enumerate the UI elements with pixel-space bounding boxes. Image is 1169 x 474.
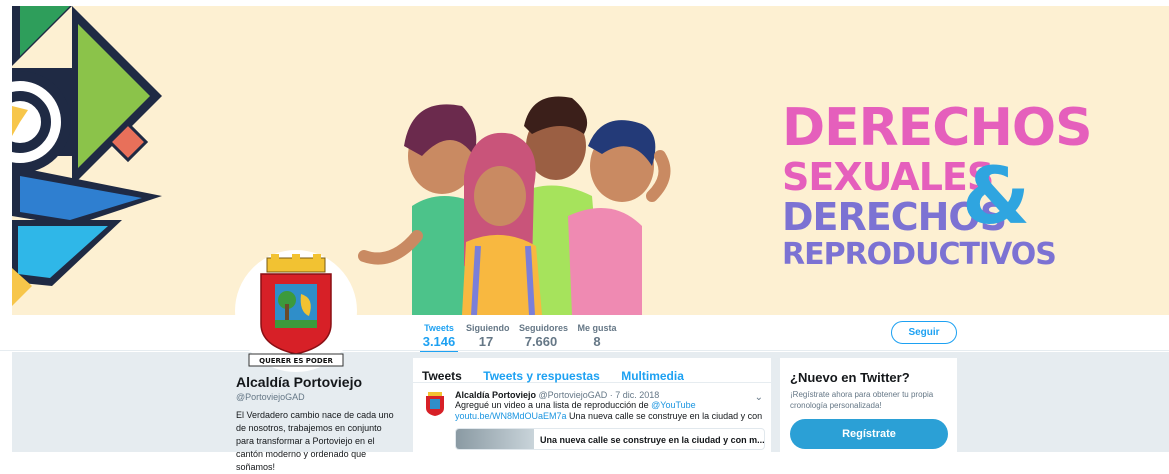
svg-text:QUERER ES PODER: QUERER ES PODER [259,357,333,365]
stat-label: Siguiendo [466,323,510,333]
profile-avatar[interactable]: QUERER ES PODER [235,250,357,372]
stat-value: 17 [478,334,494,349]
card-title: Una nueva calle se construye en la ciuda… [540,435,765,445]
signup-module: ¿Nuevo en Twitter? ¡Regístrate ahora par… [780,358,957,452]
stat-value: 3.146 [422,334,456,349]
stat-value: 8 [593,334,601,349]
coat-of-arms-icon: QUERER ES PODER [248,254,344,367]
profile-banner: DERECHOS SEXUALES DERECHOS REPRODUCTIVOS… [12,6,1169,315]
slogan-line-2: SEXUALES [782,155,994,199]
stat-label: Me gusta [577,323,617,333]
tab-tweets-replies[interactable]: Tweets y respuestas [483,369,600,383]
banner-slogan: DERECHOS SEXUALES DERECHOS REPRODUCTIVOS… [782,98,1093,272]
slogan-line-1: DERECHOS [782,98,1093,158]
slogan-ampersand: & [962,152,1030,242]
card-thumbnail [456,429,534,449]
stat-label: Seguidores [519,323,569,333]
tweet-date[interactable]: · 7 dic. 2018 [610,390,660,400]
signup-title: ¿Nuevo en Twitter? [790,370,910,385]
chevron-down-icon[interactable]: ⌄ [755,392,763,403]
signup-text: ¡Regístrate ahora para obtener tu propia… [790,390,934,410]
profile-name[interactable]: Alcaldía Portoviejo [236,374,401,390]
tweet-text: Agregué un video a una lista de reproduc… [455,400,771,422]
tweet-text-prefix: Agregué un video a una lista de reproduc… [455,400,652,410]
stat-tweets[interactable]: Tweets 3.146 [420,323,458,354]
tweet-link[interactable]: youtu.be/WN8MdOUaEM7a [455,411,567,421]
stat-label: Tweets [424,323,454,333]
tab-tweets[interactable]: Tweets [422,369,462,383]
profile-nav: Tweets 3.146 Siguiendo 17 Seguidores 7.6… [0,315,1169,354]
characters-group [358,96,671,315]
slogan-line-3: DERECHOS [782,195,1007,239]
tweet-author[interactable]: Alcaldía Portoviejo [455,390,536,400]
tweet-text-suffix: Una nueva calle se construye en la ciuda… [566,411,763,421]
tweet-item[interactable]: Alcaldía Portoviejo @PortoviejoGAD · 7 d… [413,383,771,450]
stat-followers[interactable]: Seguidores 7.660 [519,323,569,349]
tweet-handle[interactable]: @PortoviejoGAD [539,390,608,400]
tweet-mention[interactable]: @YouTube [651,400,696,410]
tweet-media-card[interactable]: Una nueva calle se construye en la ciuda… [455,428,765,450]
timeline-tabs: Tweets Tweets y respuestas Multimedia [413,358,771,383]
stat-following[interactable]: Siguiendo 17 [466,323,510,349]
profile-card: Alcaldía Portoviejo @PortoviejoGAD El Ve… [236,374,401,474]
slogan-line-4: REPRODUCTIVOS [782,237,1057,272]
profile-handle[interactable]: @PortoviejoGAD [236,392,401,402]
tweet-avatar-icon[interactable] [424,392,446,418]
tab-media[interactable]: Multimedia [621,369,684,383]
follow-button[interactable]: Seguir [891,321,957,344]
tweet-header: Alcaldía Portoviejo @PortoviejoGAD · 7 d… [455,390,771,400]
signup-button[interactable]: Regístrate [790,419,948,449]
stat-likes[interactable]: Me gusta 8 [577,323,617,349]
profile-bio: El Verdadero cambio nace de cada uno de … [236,410,394,472]
timeline: Tweets Tweets y respuestas Multimedia Al… [413,358,771,452]
stat-value: 7.660 [524,334,558,349]
